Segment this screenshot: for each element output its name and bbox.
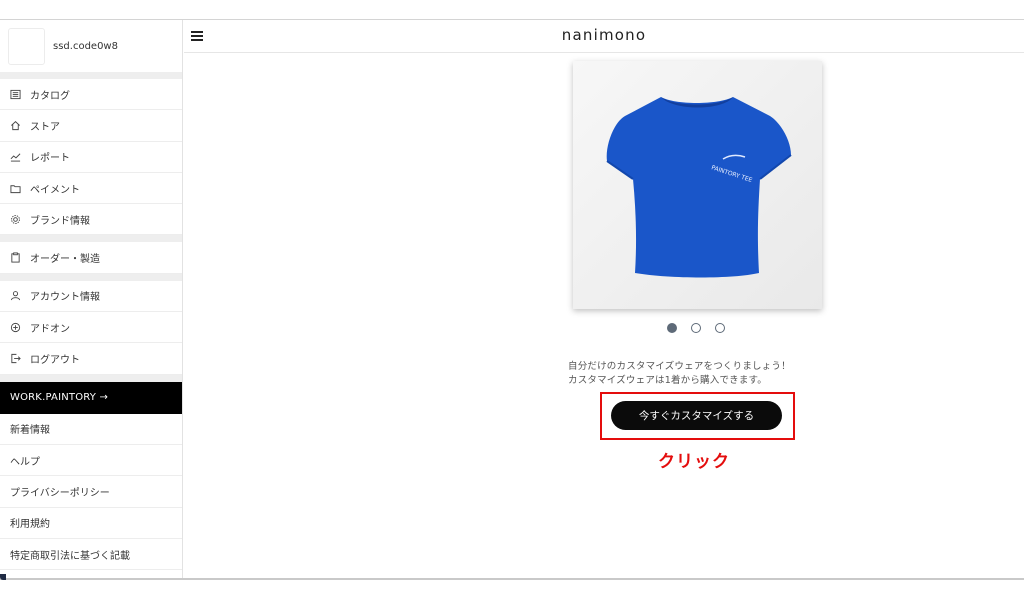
- sidebar-item-report[interactable]: レポート: [0, 142, 182, 173]
- sidebar-item-label: アカウント情報: [30, 292, 100, 304]
- clipboard-icon: [9, 252, 21, 264]
- main-content: nanimono PAINTORY TEE 自分だけのカスタマイズウェアをつくり…: [184, 20, 1024, 580]
- carousel-dot[interactable]: [715, 323, 725, 333]
- product-image: PAINTORY TEE: [573, 61, 822, 309]
- sidebar-item-store[interactable]: ストア: [0, 110, 182, 142]
- sidebar-item-label: レポート: [30, 153, 70, 165]
- carousel-dot[interactable]: [691, 323, 701, 333]
- description: 自分だけのカスタマイズウェアをつくりましょう！ カスタマイズウェアは1着から購入…: [568, 360, 791, 388]
- catalog-icon: [9, 88, 21, 100]
- sidebar-separator: [0, 235, 182, 243]
- sidebar-item-orders[interactable]: オーダー・製造: [0, 242, 182, 274]
- sidebar-separator: [0, 273, 182, 281]
- work-paintory-banner[interactable]: WORK.PAINTORY →: [0, 381, 182, 414]
- bottom-border: [0, 578, 1024, 580]
- logout-icon: [9, 353, 21, 365]
- sidebar: ssd.code0w8 カタログ ストア レポート ペイメント ブランド情報 オ…: [0, 20, 183, 580]
- sidebar-item-payment[interactable]: ペイメント: [0, 173, 182, 205]
- sidebar-item-addon[interactable]: アドオン: [0, 312, 182, 344]
- sidebar-link-commerce-law[interactable]: 特定商取引法に基づく記載: [0, 539, 182, 571]
- sidebar-item-label: ブランド情報: [30, 215, 90, 227]
- window-corner: [0, 574, 6, 580]
- chart-icon: [9, 151, 21, 163]
- sidebar-item-catalog[interactable]: カタログ: [0, 79, 182, 111]
- sidebar-item-label: ストア: [30, 121, 60, 133]
- sidebar-item-logout[interactable]: ログアウト: [0, 343, 182, 375]
- sidebar-link-privacy[interactable]: プライバシーポリシー: [0, 476, 182, 508]
- brand-logo[interactable]: nanimono: [184, 26, 1024, 44]
- tshirt-image: PAINTORY TEE: [573, 61, 822, 309]
- carousel-dots: [667, 323, 725, 333]
- sidebar-link-help[interactable]: ヘルプ: [0, 445, 182, 477]
- app-frame: ssd.code0w8 カタログ ストア レポート ペイメント ブランド情報 オ…: [0, 19, 1024, 580]
- user-icon: [9, 290, 21, 302]
- user-profile[interactable]: ssd.code0w8: [0, 20, 182, 72]
- username: ssd.code0w8: [53, 40, 118, 52]
- sidebar-item-label: オーダー・製造: [30, 254, 100, 266]
- carousel-dot[interactable]: [667, 323, 677, 333]
- sidebar-item-label: アドオン: [30, 323, 70, 335]
- customize-now-button[interactable]: 今すぐカスタマイズする: [611, 401, 782, 430]
- sidebar-link-news[interactable]: 新着情報: [0, 414, 182, 445]
- sidebar-item-label: ログアウト: [30, 355, 80, 367]
- sidebar-link-terms[interactable]: 利用規約: [0, 508, 182, 539]
- click-annotation: クリック: [658, 452, 730, 472]
- top-header: nanimono: [184, 20, 1024, 53]
- folder-icon: [9, 182, 21, 194]
- gear-icon: [9, 213, 21, 225]
- description-line: カスタマイズウェアは1着から購入できます。: [568, 375, 768, 386]
- sidebar-item-brand[interactable]: ブランド情報: [0, 204, 182, 236]
- plus-circle-icon: [9, 321, 21, 333]
- avatar[interactable]: [8, 27, 45, 65]
- sidebar-item-label: ペイメント: [30, 184, 80, 196]
- sidebar-item-label: カタログ: [30, 90, 70, 102]
- sidebar-separator: [0, 374, 182, 382]
- sidebar-item-account[interactable]: アカウント情報: [0, 281, 182, 313]
- home-icon: [9, 119, 21, 131]
- sidebar-separator: [0, 72, 182, 79]
- description-line: 自分だけのカスタマイズウェアをつくりましょう！: [568, 361, 791, 372]
